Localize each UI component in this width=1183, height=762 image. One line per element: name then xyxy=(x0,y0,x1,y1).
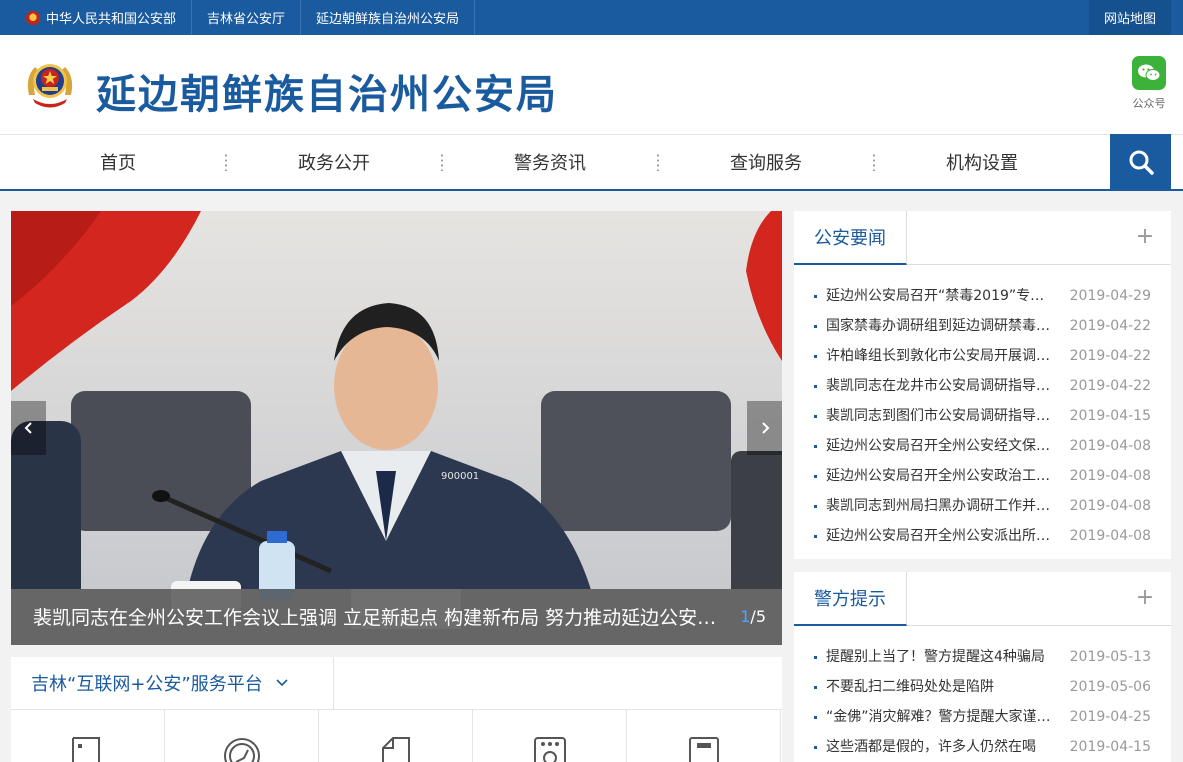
nav-organization[interactable]: 机构设置 xyxy=(874,135,1090,189)
service-item-2[interactable] xyxy=(165,710,319,762)
news-date: 2019-04-08 xyxy=(1069,438,1151,454)
chevron-right-icon xyxy=(761,422,769,434)
more-plus-icon[interactable]: + xyxy=(1135,587,1155,609)
site-header: 延边朝鲜族自治州公安局 公众号 xyxy=(0,35,1183,134)
service-platform-title: 吉林“互联网+公安”服务平台 xyxy=(31,674,263,695)
slider-prev-button[interactable] xyxy=(11,401,46,455)
meter-icon xyxy=(533,737,566,762)
tip-title: 提醒别上当了！警方提醒这4种骗局 xyxy=(826,649,1045,665)
search-icon xyxy=(1129,150,1154,175)
nav-police-news[interactable]: 警务资讯 xyxy=(442,135,658,189)
list-item[interactable]: 延边州公安局召开全州公安政治工作会议 2019-04-08 xyxy=(794,461,1171,491)
slide-caption[interactable]: 裴凯同志在全州公安工作会议上强调 立足新起点 构建新布局 努力推动延边公安工作高… xyxy=(33,603,723,630)
document-frame-icon xyxy=(71,737,100,762)
service-platform-tab[interactable]: 吉林“互联网+公安”服务平台 xyxy=(11,657,334,709)
slide-caption-bar: 裴凯同志在全州公安工作会议上强调 立足新起点 构建新布局 努力推动延边公安工作高… xyxy=(11,589,782,645)
more-plus-icon[interactable]: + xyxy=(1135,226,1155,248)
wechat-icon xyxy=(1132,56,1166,90)
slide-counter: 1/5 xyxy=(740,607,766,626)
list-item[interactable]: 国家禁毒办调研组到延边调研禁毒工作 2019-04-22 xyxy=(794,311,1171,341)
news-date: 2019-04-08 xyxy=(1069,528,1151,544)
list-item[interactable]: 提醒别上当了！警方提醒这4种骗局 2019-05-13 xyxy=(794,642,1171,672)
compass-icon xyxy=(223,738,260,762)
list-item[interactable]: 许柏峰组长到敦化市公安局开展调研工作 2019-04-22 xyxy=(794,341,1171,371)
news-title: 延边州公安局召开“禁毒2019”专项行动部署会议 xyxy=(826,288,1052,304)
news-date: 2019-04-22 xyxy=(1069,378,1151,394)
tips-panel-header: 警方提示 + xyxy=(794,572,1171,626)
news-title: 延边州公安局召开全州公安政治工作会议 xyxy=(826,468,1052,484)
list-item[interactable]: 延边州公安局召开“禁毒2019”专项行动部署会议 2019-04-29 xyxy=(794,281,1171,311)
news-slider: 900001 裴凯同志在全州公安工作会议上强调 立足新起点 构建新布局 努力推动… xyxy=(11,211,782,645)
news-date: 2019-04-15 xyxy=(1069,408,1151,424)
top-links: 中华人民共和国公安部 吉林省公安厅 延边朝鲜族自治州公安局 xyxy=(14,0,476,35)
list-item[interactable]: 裴凯同志到图们市公安局调研指导工作 2019-04-15 xyxy=(794,401,1171,431)
list-item[interactable]: 裴凯同志到州局扫黑办调研工作并讲话 2019-04-08 xyxy=(794,491,1171,521)
slide-current: 1 xyxy=(740,607,751,626)
nav-home[interactable]: 首页 xyxy=(10,135,226,189)
list-item[interactable]: 不要乱扫二维码处处是陷阱 2019-05-06 xyxy=(794,672,1171,702)
main-nav: 首页 政务公开 警务资讯 查询服务 机构设置 xyxy=(0,134,1183,191)
wechat-account[interactable]: 公众号 xyxy=(1129,56,1169,111)
list-item[interactable]: 延边州公安局召开全州公安经文保工作会议 2019-04-08 xyxy=(794,431,1171,461)
news-title: 延边州公安局召开全州公安派出所工作会议 xyxy=(826,528,1052,544)
tab-police-tips[interactable]: 警方提示 xyxy=(794,572,907,626)
news-date: 2019-04-22 xyxy=(1069,318,1151,334)
tip-date: 2019-05-06 xyxy=(1069,679,1151,695)
news-date: 2019-04-08 xyxy=(1069,468,1151,484)
tip-date: 2019-04-25 xyxy=(1069,709,1151,725)
slider-next-button[interactable] xyxy=(747,401,782,455)
tip-title: “金佛”消灾解难？警方提醒大家谨防诈骗 xyxy=(826,709,1052,725)
top-link-mps[interactable]: 中华人民共和国公安部 xyxy=(14,0,193,35)
tip-date: 2019-04-15 xyxy=(1069,739,1151,755)
tips-panel: 警方提示 + 提醒别上当了！警方提醒这4种骗局 2019-05-13 不要乱扫二维… xyxy=(794,572,1171,762)
sitemap-link[interactable]: 网站地图 xyxy=(1089,0,1171,35)
wechat-label: 公众号 xyxy=(1132,97,1166,110)
site-title: 延边朝鲜族自治州公安局 xyxy=(96,71,558,118)
search-button[interactable] xyxy=(1110,134,1171,190)
news-title: 裴凯同志在龙井市公安局调研指导工作 xyxy=(826,378,1052,394)
list-item[interactable]: 这些酒都是假的，许多人仍然在喝 2019-04-15 xyxy=(794,732,1171,762)
top-link-label: 吉林省公安厅 xyxy=(207,12,286,27)
news-list: 延边州公安局召开“禁毒2019”专项行动部署会议 2019-04-29 国家禁毒办… xyxy=(794,265,1171,551)
tip-title: 不要乱扫二维码处处是陷阱 xyxy=(826,679,994,695)
top-link-label: 中华人民共和国公安部 xyxy=(46,12,177,27)
service-item-5[interactable] xyxy=(627,710,781,762)
news-date: 2019-04-08 xyxy=(1069,498,1151,514)
news-title: 裴凯同志到图们市公安局调研指导工作 xyxy=(826,408,1052,424)
nav-government-affairs[interactable]: 政务公开 xyxy=(226,135,442,189)
list-item[interactable]: 裴凯同志在龙井市公安局调研指导工作 2019-04-22 xyxy=(794,371,1171,401)
chevron-left-icon xyxy=(24,422,32,434)
news-title: 国家禁毒办调研组到延边调研禁毒工作 xyxy=(826,318,1052,334)
service-item-1[interactable] xyxy=(11,710,165,762)
news-date: 2019-04-29 xyxy=(1069,288,1151,304)
book-icon xyxy=(688,737,719,762)
tip-title: 这些酒都是假的，许多人仍然在喝 xyxy=(826,739,1036,755)
slide-photo[interactable]: 900001 xyxy=(11,211,782,645)
slide-total: /5 xyxy=(750,607,766,626)
list-item[interactable]: “金佛”消灾解难？警方提醒大家谨防诈骗 2019-04-25 xyxy=(794,702,1171,732)
badge-number: 900001 xyxy=(441,471,479,482)
news-title: 裴凯同志到州局扫黑办调研工作并讲话 xyxy=(826,498,1052,514)
tab-police-news[interactable]: 公安要闻 xyxy=(794,211,907,265)
police-emblem-logo xyxy=(27,64,73,108)
news-panel-header: 公安要闻 + xyxy=(794,211,1171,265)
list-item[interactable]: 延边州公安局召开全州公安派出所工作会议 2019-04-08 xyxy=(794,521,1171,551)
nav-query-service[interactable]: 查询服务 xyxy=(658,135,874,189)
top-bar: 中华人民共和国公安部 吉林省公安厅 延边朝鲜族自治州公安局 网站地图 xyxy=(0,0,1183,35)
service-item-4[interactable] xyxy=(473,710,627,762)
chevron-down-icon xyxy=(276,679,288,687)
news-panel: 公安要闻 + 延边州公安局召开“禁毒2019”专项行动部署会议 2019-04-2… xyxy=(794,211,1171,559)
news-title: 许柏峰组长到敦化市公安局开展调研工作 xyxy=(826,348,1052,364)
tips-list: 提醒别上当了！警方提醒这4种骗局 2019-05-13 不要乱扫二维码处处是陷阱 2… xyxy=(794,626,1171,762)
service-platform: 吉林“互联网+公安”服务平台 xyxy=(11,657,782,762)
top-link-jilin[interactable]: 吉林省公安厅 xyxy=(192,0,302,35)
file-icon xyxy=(381,737,410,762)
tip-date: 2019-05-13 xyxy=(1069,649,1151,665)
top-link-label: 延边朝鲜族自治州公安局 xyxy=(316,12,460,27)
top-link-yanbian[interactable]: 延边朝鲜族自治州公安局 xyxy=(301,0,476,35)
service-item-3[interactable] xyxy=(319,710,473,762)
news-date: 2019-04-22 xyxy=(1069,348,1151,364)
news-title: 延边州公安局召开全州公安经文保工作会议 xyxy=(826,438,1052,454)
police-emblem-icon xyxy=(26,10,40,25)
